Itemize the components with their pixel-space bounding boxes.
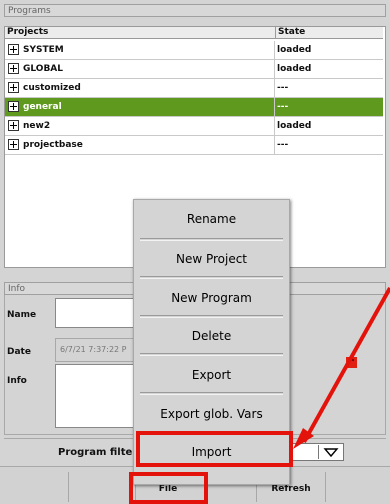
annotation-arrow-icon xyxy=(293,287,390,449)
